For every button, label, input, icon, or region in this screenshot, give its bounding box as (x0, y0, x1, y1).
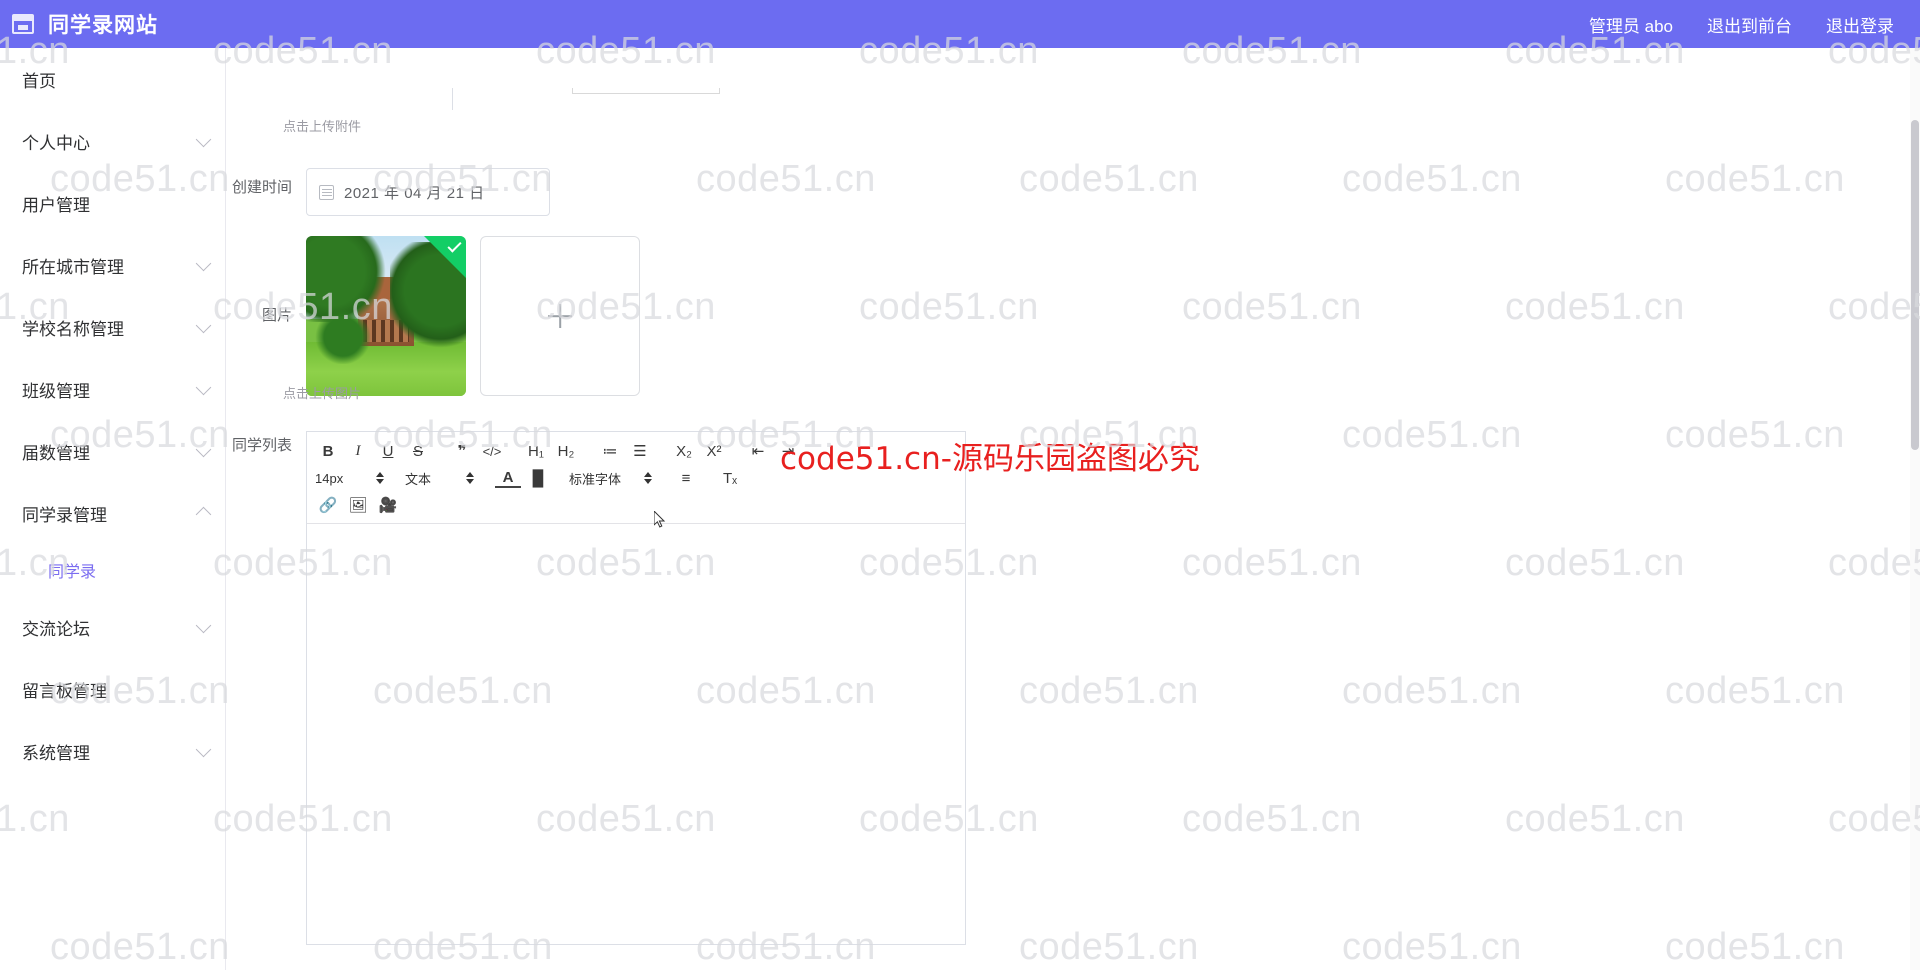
heading-1-icon[interactable]: H₁ (523, 439, 549, 463)
italic-icon[interactable]: I (345, 439, 371, 463)
classmate-list-row: 同学列表 B I U S ❞ </> H₁ H₂ ≔ ☰ X₂ X² ⇤ ⇥ 1… (227, 431, 966, 945)
sidebar-item-city-management[interactable]: 所在城市管理 (0, 234, 225, 296)
add-image-button[interactable] (480, 236, 640, 396)
admin-page: 点击上传附件 创建时间 2021 年 04 月 21 日 图片 点击上传图片 同… (0, 0, 1920, 970)
window-icon (12, 14, 34, 34)
sidebar-item-label: 所在城市管理 (22, 257, 124, 277)
picture-label: 图片 (261, 307, 292, 324)
editor-content-area[interactable] (307, 524, 965, 944)
sidebar-item-label: 同学录管理 (22, 505, 107, 525)
admin-user[interactable]: 管理员 abo (1589, 12, 1673, 37)
sidebar-item-class-management[interactable]: 班级管理 (0, 358, 225, 420)
font-size-select[interactable]: 14px (315, 467, 385, 489)
sidebar-item-session-management[interactable]: 届数管理 (0, 420, 225, 482)
strikethrough-icon[interactable]: S (405, 439, 431, 463)
mouse-cursor (654, 511, 666, 528)
sidebar-item-home[interactable]: 首页 (0, 48, 225, 110)
editor-toolbar-row-3: 🔗 🖼 🎥 (315, 492, 957, 518)
sidebar-item-yearbook[interactable]: 同学录 (0, 544, 225, 596)
sidebar-item-message-board[interactable]: 留言板管理 (0, 658, 225, 720)
sidebar-item-user-management[interactable]: 用户管理 (0, 172, 225, 234)
sidebar-item-label: 用户管理 (22, 195, 90, 215)
sidebar-item-label: 班级管理 (22, 381, 90, 401)
create-time-datepicker[interactable]: 2021 年 04 月 21 日 (306, 168, 550, 216)
sidebar: 首页 个人中心 用户管理 所在城市管理 学校名称管理 班级管理 届数管理 同学录… (0, 48, 226, 970)
chevron-down-icon (195, 317, 212, 333)
sidebar-item-label: 同学录 (48, 564, 97, 581)
font-family-select[interactable]: 标准字体 (569, 467, 653, 489)
text-style-select[interactable]: 文本 (405, 467, 475, 489)
outdent-icon[interactable]: ⇤ (745, 439, 771, 463)
chevron-down-icon (195, 255, 212, 271)
link-icon[interactable]: 🔗 (315, 493, 341, 517)
sidebar-item-label: 学校名称管理 (22, 319, 124, 339)
sidebar-item-personal-center[interactable]: 个人中心 (0, 110, 225, 172)
sidebar-item-label: 首页 (22, 71, 56, 91)
underline-icon[interactable]: U (375, 439, 401, 463)
align-icon[interactable]: ≡ (673, 466, 699, 490)
chevron-down-icon (195, 131, 212, 147)
chevron-up-icon (195, 506, 212, 523)
exit-to-front-button[interactable]: 退出到前台 (1707, 12, 1792, 37)
ordered-list-icon[interactable]: ≔ (597, 439, 623, 463)
rich-text-editor[interactable]: B I U S ❞ </> H₁ H₂ ≔ ☰ X₂ X² ⇤ ⇥ 14px 文… (306, 431, 966, 945)
text-style-value: 文本 (405, 471, 432, 487)
logout-button[interactable]: 退出登录 (1826, 12, 1894, 37)
attachment-hint-row: 点击上传附件 (283, 116, 361, 135)
main-content: 点击上传附件 创建时间 2021 年 04 月 21 日 图片 点击上传图片 同… (227, 48, 1920, 970)
sidebar-item-label: 留言板管理 (22, 681, 107, 701)
uploaded-image-thumbnail[interactable] (306, 236, 466, 396)
sidebar-item-school-management[interactable]: 学校名称管理 (0, 296, 225, 358)
page-title: 同学录网站 (48, 14, 158, 37)
copyright-stamp: code51.cn-源码乐园盗图必究 (780, 441, 1200, 477)
code-block-icon[interactable]: </> (479, 439, 505, 463)
bold-icon[interactable]: B (315, 439, 341, 463)
font-size-value: 14px (315, 470, 344, 486)
chevron-down-icon (195, 379, 212, 395)
heading-2-icon[interactable]: H₂ (553, 439, 579, 463)
bullet-list-icon[interactable]: ☰ (627, 439, 653, 463)
chevron-down-icon (195, 741, 212, 757)
sidebar-item-label: 届数管理 (22, 443, 90, 463)
sidebar-item-yearbook-management[interactable]: 同学录管理 (0, 482, 225, 544)
highlight-color-icon[interactable]: █ (525, 466, 551, 490)
attachment-hint: 点击上传附件 (283, 119, 362, 134)
font-family-value: 标准字体 (569, 471, 622, 487)
superscript-icon[interactable]: X² (701, 439, 727, 463)
chevron-down-icon (195, 617, 212, 633)
sidebar-item-system-management[interactable]: 系统管理 (0, 720, 225, 782)
chevron-updown-icon (643, 470, 653, 486)
calendar-icon (319, 184, 334, 200)
chevron-updown-icon (375, 470, 385, 486)
create-time-label: 创建时间 (231, 179, 292, 196)
sidebar-item-label: 交流论坛 (22, 619, 90, 639)
image-tree-middle (314, 309, 372, 364)
chevron-down-icon (195, 441, 212, 457)
create-time-row: 创建时间 2021 年 04 月 21 日 (227, 168, 550, 216)
picture-hint: 点击上传图片 (283, 386, 362, 401)
topbar: 同学录网站 管理员 abo 退出到前台 退出登录 (0, 0, 1920, 48)
sidebar-item-forum[interactable]: 交流论坛 (0, 596, 225, 658)
video-icon[interactable]: 🎥 (375, 493, 401, 517)
sidebar-item-label: 系统管理 (22, 743, 90, 763)
chevron-updown-icon (465, 470, 475, 486)
sidebar-item-label: 个人中心 (22, 133, 90, 153)
attachment-upload-slot[interactable] (572, 88, 720, 94)
picture-hint-row: 点击上传图片 (283, 383, 361, 402)
page-scrollbar-thumb[interactable] (1911, 120, 1919, 450)
font-color-icon[interactable]: A (495, 468, 521, 488)
attachment-slot-divider (452, 88, 453, 110)
create-time-value: 2021 年 04 月 21 日 (344, 184, 485, 202)
image-icon[interactable]: 🖼 (345, 493, 371, 517)
subscript-icon[interactable]: X₂ (671, 439, 697, 463)
clear-format-icon[interactable]: Tₓ (717, 466, 743, 490)
picture-row: 图片 (227, 236, 640, 396)
classmate-list-label: 同学列表 (231, 437, 292, 454)
blockquote-icon[interactable]: ❞ (449, 439, 475, 463)
